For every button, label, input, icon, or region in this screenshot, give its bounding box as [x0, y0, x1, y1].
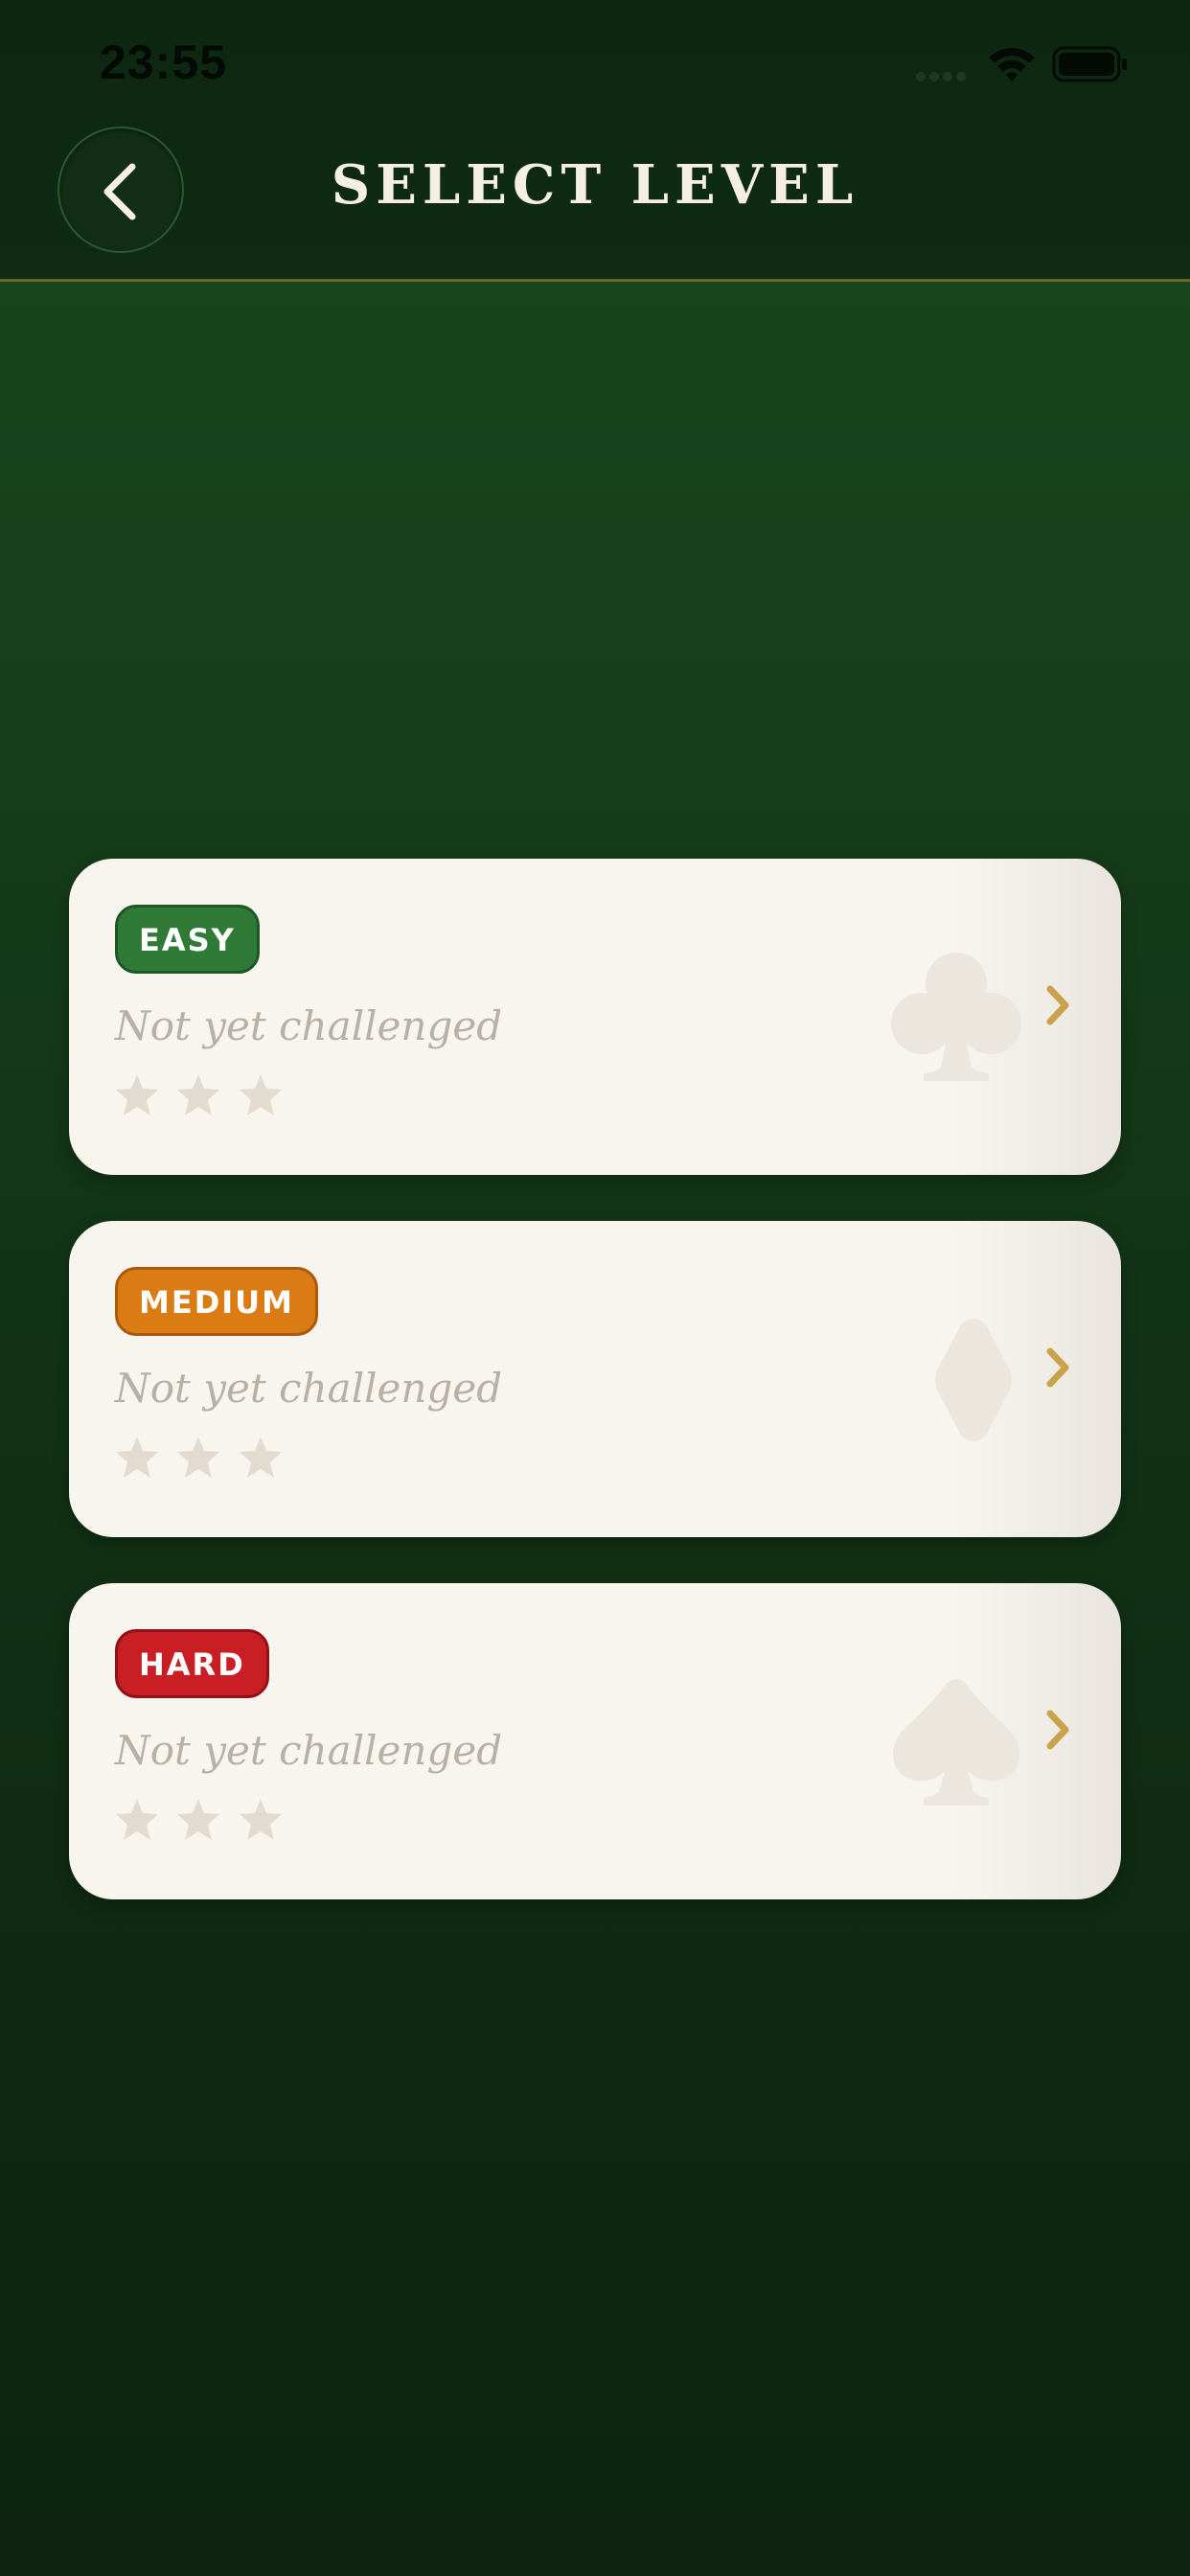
- chevron-right-icon: [1046, 1710, 1069, 1750]
- star-icon: [177, 1074, 220, 1116]
- star-rating: [113, 1071, 294, 1124]
- chevron-right-icon: [1046, 1347, 1069, 1388]
- star-icon: [116, 1799, 158, 1840]
- chevron-right-icon: [1046, 985, 1069, 1025]
- level-status-text: Not yet challenged: [115, 1365, 503, 1412]
- diamond-icon: [935, 1319, 1012, 1441]
- star-icon: [177, 1799, 220, 1840]
- level-status-text: Not yet challenged: [115, 1727, 503, 1774]
- cellular-signal-icon: [916, 69, 970, 86]
- spade-icon: [893, 1679, 1019, 1806]
- level-status-text: Not yet challenged: [115, 1002, 503, 1049]
- star-icon: [116, 1437, 158, 1478]
- star-icon: [177, 1437, 220, 1478]
- difficulty-badge-easy: EASY: [115, 905, 260, 974]
- status-time: 23:55: [100, 35, 227, 89]
- difficulty-badge-hard: HARD: [115, 1629, 269, 1698]
- status-bar: 23:55: [0, 0, 1190, 125]
- star-rating: [113, 1434, 294, 1486]
- star-icon: [239, 1437, 282, 1478]
- star-rating: [113, 1796, 294, 1849]
- difficulty-badge-medium: MEDIUM: [115, 1267, 318, 1336]
- level-card-medium[interactable]: MEDIUM Not yet challenged: [69, 1221, 1121, 1537]
- star-icon: [239, 1799, 282, 1840]
- star-icon: [116, 1074, 158, 1116]
- page-title: SELECT LEVEL: [331, 153, 859, 217]
- wifi-icon: [989, 48, 1035, 81]
- level-card-easy[interactable]: EASY Not yet challenged: [69, 859, 1121, 1175]
- battery-icon: [1052, 46, 1127, 82]
- level-card-hard[interactable]: HARD Not yet challenged: [69, 1583, 1121, 1899]
- star-icon: [239, 1074, 282, 1116]
- club-icon: [891, 953, 1021, 1081]
